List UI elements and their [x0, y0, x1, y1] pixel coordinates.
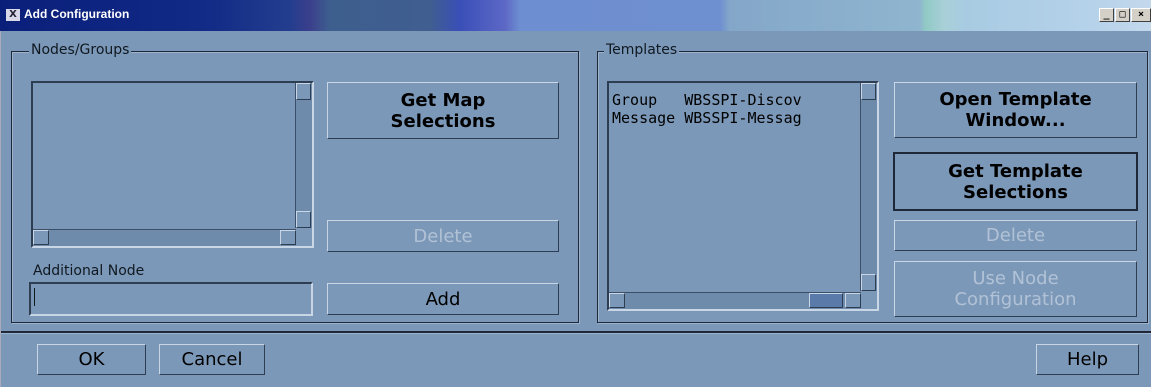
- help-label: Help: [1066, 349, 1109, 370]
- scroll-right-arrow[interactable]: [845, 293, 861, 308]
- cancel-label: Cancel: [181, 349, 243, 370]
- scroll-down-arrow[interactable]: [861, 274, 876, 291]
- scroll-down-arrow[interactable]: [296, 211, 311, 228]
- title-bar[interactable]: X Add Configuration _ □ ×: [0, 0, 1151, 31]
- additional-node-input[interactable]: [29, 282, 313, 316]
- close-button[interactable]: ×: [1131, 8, 1151, 22]
- use-node-configuration-button[interactable]: Use Node Configuration: [894, 261, 1137, 317]
- add-label: Add: [425, 288, 461, 310]
- dialog-body: Nodes/Groups Get Map Selections Delete A…: [0, 31, 1151, 387]
- text-cursor: [34, 288, 35, 306]
- get-template-selections-button[interactable]: Get Template Selections: [893, 152, 1138, 211]
- ok-label: OK: [78, 349, 105, 370]
- get-map-selections-button[interactable]: Get Map Selections: [327, 82, 559, 139]
- nodes-vertical-scrollbar[interactable]: [295, 83, 312, 228]
- nodes-list[interactable]: [31, 81, 314, 248]
- help-button[interactable]: Help: [1036, 344, 1139, 375]
- scroll-left-arrow[interactable]: [609, 293, 625, 308]
- nodes-groups-label: Nodes/Groups: [29, 42, 132, 58]
- cancel-button[interactable]: Cancel: [159, 344, 265, 375]
- nodes-delete-label: Delete: [413, 225, 473, 247]
- scroll-left-arrow[interactable]: [33, 230, 49, 245]
- additional-node-label: Additional Node: [33, 263, 145, 279]
- use-node-configuration-label: Use Node Configuration: [954, 268, 1077, 310]
- horizontal-scroll-thumb[interactable]: [809, 293, 843, 308]
- templates-delete-button[interactable]: Delete: [894, 220, 1137, 251]
- templates-vertical-scrollbar[interactable]: [860, 83, 877, 291]
- templates-list[interactable]: Group WBSSPI-Discov Message WBSSPI-Messa…: [607, 81, 879, 311]
- nodes-horizontal-scrollbar[interactable]: [33, 229, 296, 246]
- templates-list-item[interactable]: Message WBSSPI-Messag: [612, 109, 802, 127]
- scroll-up-arrow[interactable]: [861, 83, 876, 100]
- app-icon: X: [6, 9, 20, 21]
- scroll-up-arrow[interactable]: [296, 83, 311, 100]
- ok-button[interactable]: OK: [37, 344, 146, 375]
- scroll-right-arrow[interactable]: [280, 230, 296, 245]
- templates-label: Templates: [604, 42, 680, 58]
- open-template-window-button[interactable]: Open Template Window...: [894, 82, 1137, 138]
- templates-delete-label: Delete: [985, 225, 1046, 246]
- minimize-button[interactable]: _: [1099, 8, 1114, 22]
- get-map-selections-label: Get Map Selections: [390, 89, 496, 132]
- maximize-button[interactable]: □: [1115, 8, 1130, 22]
- window-title: Add Configuration: [24, 7, 130, 21]
- get-template-selections-label: Get Template Selections: [948, 160, 1083, 203]
- footer-separator: [1, 331, 1151, 334]
- templates-horizontal-scrollbar[interactable]: [609, 292, 861, 309]
- add-button[interactable]: Add: [327, 283, 559, 315]
- templates-list-item[interactable]: Group WBSSPI-Discov: [612, 91, 802, 109]
- nodes-delete-button[interactable]: Delete: [327, 220, 559, 252]
- open-template-window-label: Open Template Window...: [939, 89, 1092, 131]
